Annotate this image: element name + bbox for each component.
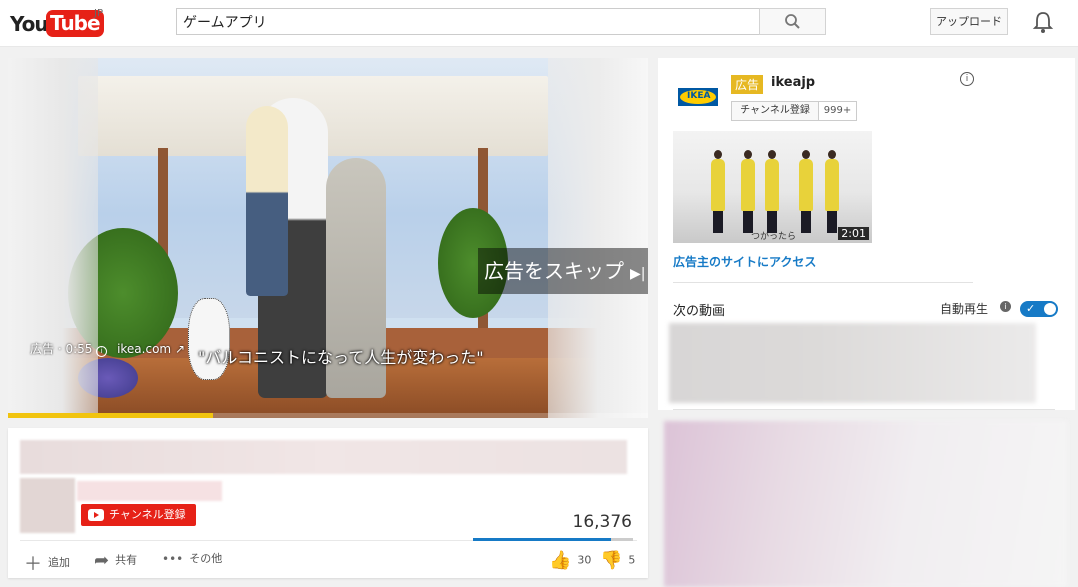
autoplay-toggle[interactable]: ✓ — [1020, 301, 1058, 317]
visit-advertiser-link[interactable]: 広告主のサイトにアクセス — [673, 253, 816, 270]
thumbs-up-icon: 👍 — [549, 550, 572, 571]
divider — [673, 282, 973, 283]
related-video-blurred[interactable] — [664, 421, 1067, 587]
dislike-count: 5 — [628, 553, 636, 567]
video-title-blurred — [20, 440, 627, 474]
scene-child — [246, 106, 288, 296]
logo-region: JP — [94, 8, 103, 19]
thumbnail-duration: 2:01 — [838, 227, 869, 240]
ad-video-thumbnail[interactable]: つかったら 2:01 — [673, 131, 872, 243]
progress-bar[interactable] — [8, 413, 648, 418]
share-label: 共有 — [115, 553, 138, 567]
thumbnail-figure — [765, 150, 779, 233]
thumbnail-figure — [711, 150, 725, 233]
skip-ad-label: 広告をスキップ — [484, 259, 624, 283]
subscriber-count: 999+ — [818, 101, 857, 121]
advertiser-name[interactable]: ikeajp — [771, 75, 815, 90]
notifications-bell-icon[interactable] — [1032, 10, 1054, 34]
upload-button[interactable]: アップロード — [930, 8, 1008, 35]
autoplay-info-icon[interactable]: i — [1000, 301, 1011, 312]
add-label: 追加 — [48, 556, 70, 569]
thumbnail-figure — [741, 150, 755, 233]
ad-badge: 広告 — [731, 75, 764, 94]
external-link-icon: ↗ — [174, 342, 185, 356]
channel-name-blurred[interactable] — [77, 481, 222, 501]
progress-fill — [8, 413, 213, 418]
like-count: 30 — [577, 553, 592, 567]
toggle-knob — [1044, 303, 1056, 315]
view-count: 16,376 — [572, 512, 632, 532]
more-dots-icon: ••• — [162, 552, 184, 566]
video-player[interactable]: 広告をスキップ ▶| 広告 · 0:55 i ikea.com ↗ "バルコニスト… — [8, 58, 648, 418]
ad-time: 広告 · 0:55 — [30, 342, 93, 356]
sidebar-ad-card: IKEA 広告 ikeajp i チャンネル登録 999+ つかったら 2:01… — [658, 58, 1075, 410]
share-button[interactable]: ➦ 共有 — [94, 550, 137, 571]
thumbnail-caption: つかったら — [751, 232, 797, 242]
advertiser-logo-text: IKEA — [687, 91, 711, 101]
add-to-button[interactable]: ＋ 追加 — [24, 550, 70, 576]
info-icon[interactable]: i — [960, 72, 974, 86]
like-sentiment-fill — [473, 538, 611, 541]
youtube-play-icon — [88, 509, 104, 521]
masthead: You Tube JP ゲームアプリ アップロード — [0, 0, 1078, 47]
check-icon: ✓ — [1026, 302, 1036, 315]
search-button[interactable] — [759, 8, 826, 35]
subscribe-label: チャンネル登録 — [109, 508, 186, 521]
search-icon — [785, 14, 800, 29]
search-input[interactable]: ゲームアプリ — [176, 8, 760, 35]
share-arrow-icon: ➦ — [94, 550, 110, 571]
more-button[interactable]: ••• その他 — [162, 550, 222, 566]
info-icon[interactable]: i — [96, 346, 108, 357]
ad-caption: "バルコニストになって人生が変わった" — [198, 348, 484, 367]
thumbs-down-icon: 👎 — [600, 550, 623, 571]
like-button[interactable]: 👍 30 — [549, 550, 591, 571]
skip-next-icon: ▶| — [630, 266, 646, 282]
scene-curtain-left — [8, 58, 98, 418]
subscribe-button[interactable]: チャンネル登録 — [81, 504, 196, 526]
up-next-heading: 次の動画 — [673, 304, 726, 319]
advertiser-logo[interactable]: IKEA — [674, 84, 722, 110]
scene-curtain-right — [548, 58, 648, 418]
skip-ad-button[interactable]: 広告をスキップ ▶| — [478, 248, 648, 294]
thumbnail-figure — [799, 150, 813, 233]
divider — [673, 409, 1055, 410]
sidebar-subscribe-button[interactable]: チャンネル登録 — [731, 101, 819, 121]
more-label: その他 — [189, 552, 223, 565]
ad-info: 広告 · 0:55 i ikea.com ↗ — [30, 340, 185, 357]
plus-icon: ＋ — [24, 554, 42, 575]
ad-domain-link[interactable]: ikea.com — [117, 342, 171, 356]
next-video-blurred[interactable] — [669, 323, 1036, 403]
channel-avatar[interactable] — [20, 478, 75, 533]
like-sentiment-bar — [473, 538, 633, 541]
video-info-card: チャンネル登録 16,376 ＋追加 ➦ 共有 ••• その他 👍 30 👎 5 — [8, 428, 648, 578]
youtube-logo[interactable]: You Tube JP — [10, 8, 110, 38]
thumbnail-figure — [825, 150, 839, 233]
logo-you-text: You — [10, 12, 49, 36]
autoplay-label: 自動再生 — [940, 302, 989, 316]
dislike-button[interactable]: 👎 5 — [600, 550, 635, 571]
